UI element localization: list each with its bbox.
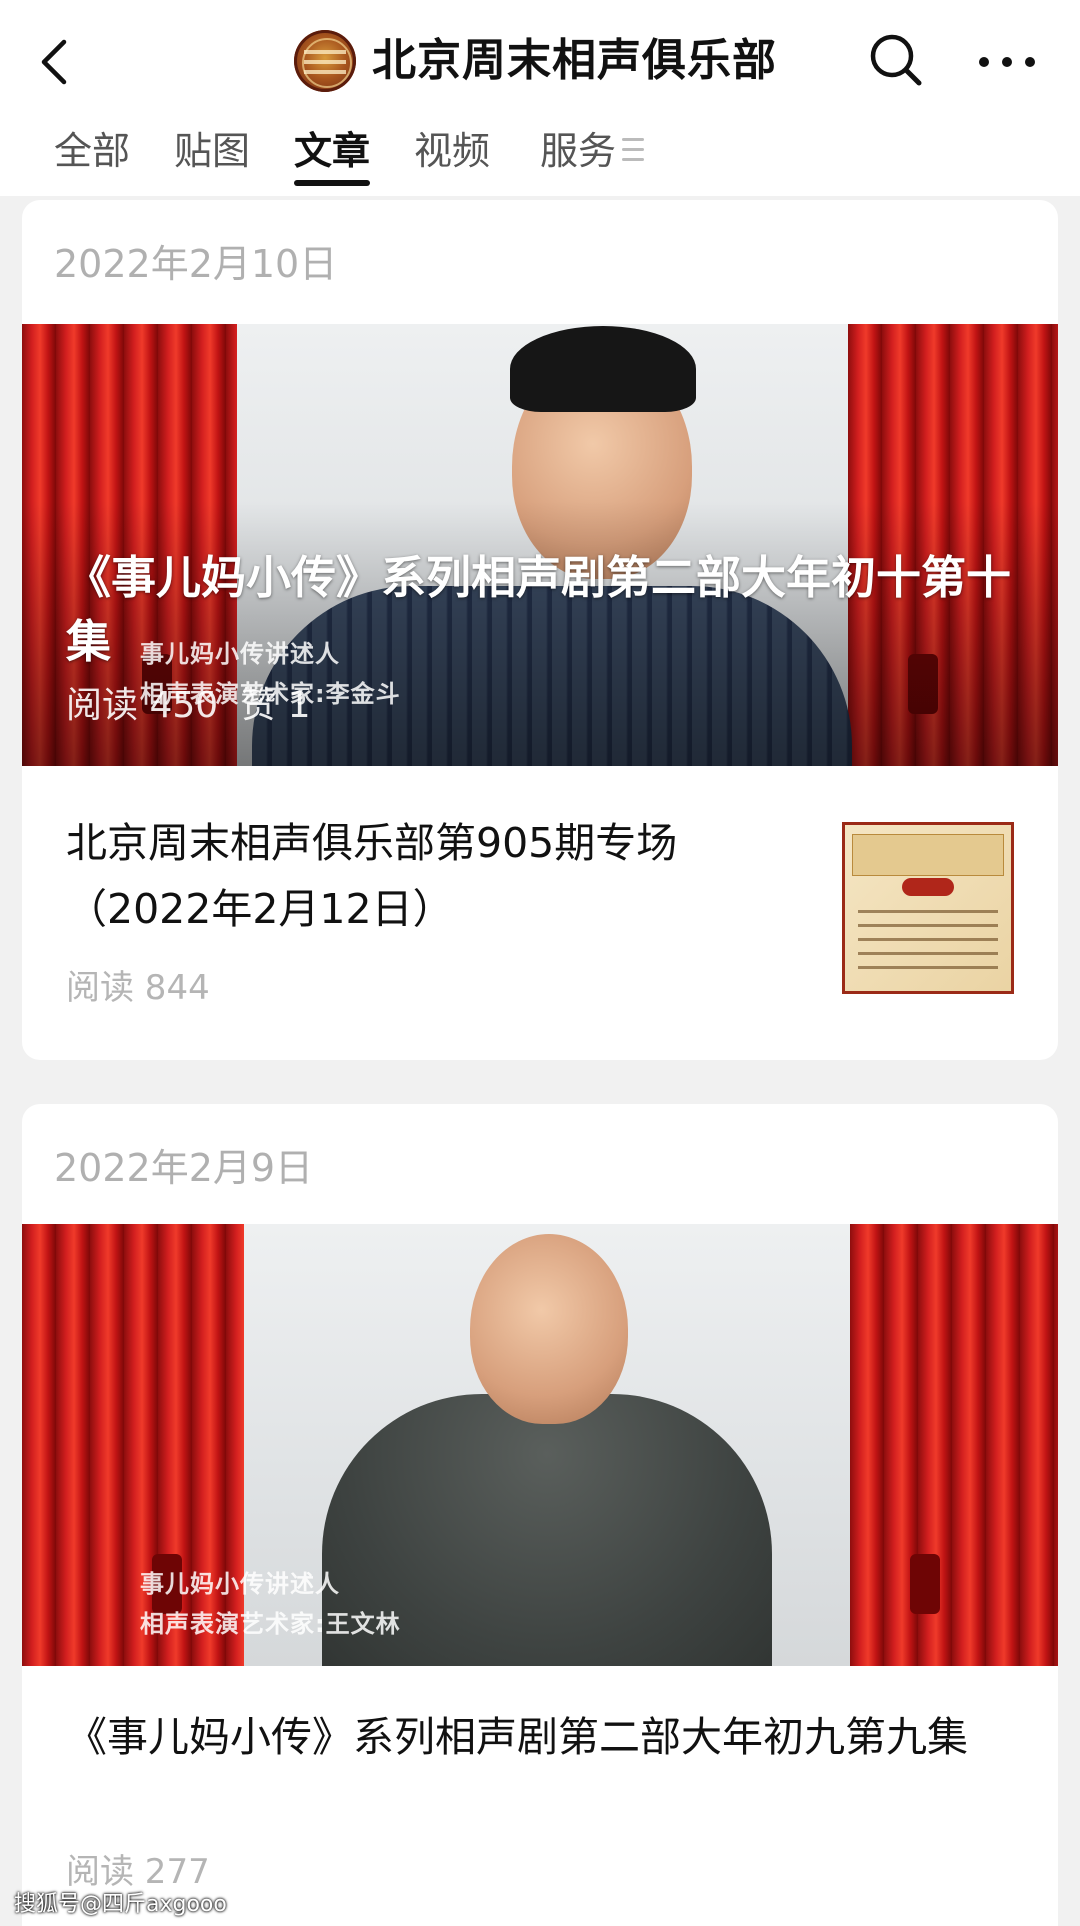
- account-name[interactable]: 北京周末相声俱乐部: [372, 26, 777, 96]
- group-date: 2022年2月9日: [54, 1146, 314, 1190]
- curtain-right: [850, 1224, 1058, 1666]
- chevron-left-icon: [41, 39, 67, 85]
- tab-articles[interactable]: 文章: [294, 126, 370, 176]
- featured-article-cover[interactable]: 事儿妈小传讲述人 相声表演艺术家:李金斗 《事儿妈小传》系列相声剧第二部大年初十…: [22, 324, 1058, 766]
- tab-menu-icon[interactable]: [622, 138, 644, 164]
- featured-article-cover[interactable]: 事儿妈小传讲述人 相声表演艺术家:王文林: [22, 1224, 1058, 1666]
- active-tab-indicator: [294, 180, 370, 186]
- tab-images[interactable]: 贴图: [174, 126, 250, 176]
- article-title[interactable]: 《事儿妈小传》系列相声剧第二部大年初九第九集: [66, 1704, 1026, 1770]
- cover-caption-line2: 相声表演艺术家:王文林: [140, 1610, 401, 1638]
- more-dots-icon: [979, 57, 1035, 67]
- article-group-card: 2022年2月10日 事儿妈小传讲述人 相声表演艺术家:李金斗 《事儿妈小传》系…: [22, 200, 1058, 1060]
- article-thumbnail[interactable]: [842, 822, 1014, 994]
- featured-read-count: 阅读 450: [66, 685, 219, 726]
- curtain-left: [22, 1224, 244, 1666]
- article-group-card: 2022年2月9日 事儿妈小传讲述人 相声表演艺术家:王文林 《事儿妈小传》系列…: [22, 1104, 1058, 1926]
- featured-like-count: 赞 1: [240, 685, 311, 726]
- featured-article-title[interactable]: 《事儿妈小传》系列相声剧第二部大年初十第十集: [66, 546, 1026, 674]
- more-button[interactable]: [974, 30, 1040, 90]
- cover-caption-line1: 事儿妈小传讲述人: [140, 1570, 340, 1598]
- tab-services[interactable]: 服务: [540, 126, 616, 176]
- search-icon: [870, 34, 922, 86]
- top-bar: 北京周末相声俱乐部: [0, 0, 1080, 120]
- article-list-page: 北京周末相声俱乐部 全部 贴图 文章 视频 服务 2022年2月10日 事儿妈小…: [0, 0, 1080, 1926]
- watermark: 搜狐号@四斤axgooo: [14, 1892, 227, 1917]
- search-button[interactable]: [866, 30, 926, 90]
- article-read-count: 阅读 844: [66, 968, 210, 1008]
- featured-article-stats: 阅读 450 赞 1: [66, 676, 333, 728]
- account-avatar[interactable]: [294, 30, 356, 92]
- tab-all[interactable]: 全部: [54, 126, 130, 176]
- tab-videos[interactable]: 视频: [414, 126, 490, 176]
- tab-bar: 全部 贴图 文章 视频 服务: [0, 120, 1080, 196]
- back-button[interactable]: [30, 28, 86, 92]
- article-title[interactable]: 北京周末相声俱乐部第905期专场（2022年2月12日）: [66, 810, 806, 942]
- group-date: 2022年2月10日: [54, 242, 338, 286]
